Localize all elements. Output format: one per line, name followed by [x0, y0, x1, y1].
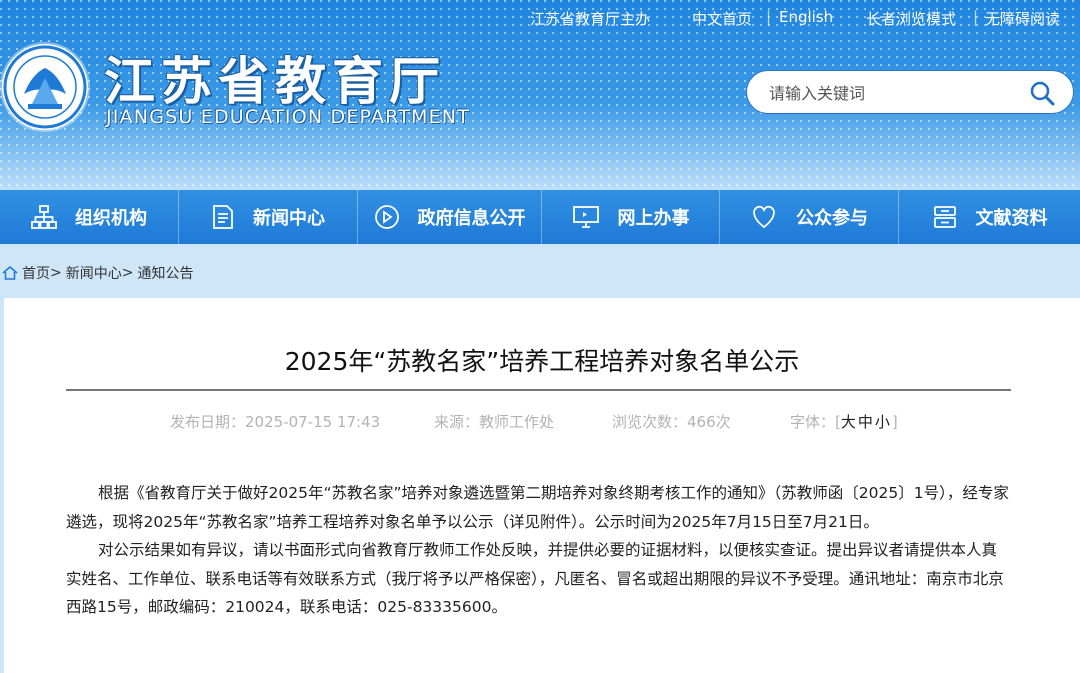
view-count: 浏览次数：466次 [612, 411, 731, 432]
nav-item-public-participation[interactable]: 公众参与 [720, 190, 899, 244]
article-paragraph: 对公示结果如有异议，请以书面形式向省教育厅教师工作处反映，并提供必要的证据材料，… [66, 541, 1004, 616]
source: 来源：教师工作处 [434, 411, 554, 432]
breadcrumb-separator: > [50, 265, 62, 281]
play-circle-icon [374, 205, 399, 229]
main-nav: 组织机构 新闻中心 政府信息公开 网上办事 公众参与 文献资料 [0, 190, 1080, 244]
elder-mode-link[interactable]: 长者浏览模式 [866, 8, 956, 29]
nav-label: 组织机构 [75, 208, 147, 229]
home-icon [2, 266, 18, 280]
monitor-icon [572, 206, 599, 228]
nav-label: 网上办事 [617, 208, 690, 229]
nav-item-news[interactable]: 新闻中心 [179, 190, 358, 244]
nav-item-documents[interactable]: 文献资料 [899, 190, 1080, 244]
font-small-button[interactable]: 小 [875, 413, 892, 431]
nav-item-online-service[interactable]: 网上办事 [542, 190, 720, 244]
breadcrumb-news[interactable]: 新闻中心 [66, 263, 122, 283]
publish-label: 发布日期： [170, 413, 246, 431]
nav-label: 公众参与 [796, 208, 868, 229]
accessibility-link[interactable]: 无障碍阅读 [985, 8, 1060, 29]
source-label: 来源： [434, 413, 480, 431]
nav-label: 文献资料 [975, 208, 1048, 229]
site-header: 江苏省教育厅主办 中文首页 | English 长者浏览模式 | 无障碍阅读 江… [0, 0, 1080, 190]
link-divider: | [766, 8, 772, 26]
article-paragraph: 根据《省教育厅关于做好2025年“苏教名家”培养对象遴选暨第二期培养对象终期考核… [66, 484, 1009, 531]
site-title-en: JIANGSU EDUCATION DEPARTMENT [106, 106, 471, 128]
link-divider: | [973, 8, 979, 26]
font-label: 字体：[ [790, 413, 841, 431]
host-text: 江苏省教育厅主办 [530, 10, 651, 28]
breadcrumb-separator: > [121, 265, 134, 281]
home-cn-link[interactable]: 中文首页 [692, 8, 752, 29]
article-panel: 2025年“苏教名家”培养工程培养对象名单公示 发布日期：2025-07-15 … [4, 298, 1080, 673]
article-body: 根据《省教育厅关于做好2025年“苏教名家”培养对象遴选暨第二期培养对象终期考核… [66, 479, 1011, 622]
views-value: 466次 [687, 413, 731, 431]
nav-label: 新闻中心 [253, 208, 325, 229]
font-large-button[interactable]: 大 [841, 413, 858, 431]
search-box [746, 70, 1074, 114]
archive-icon [933, 206, 956, 228]
font-medium-button[interactable]: 中 [858, 413, 875, 431]
english-link[interactable]: English [779, 8, 833, 26]
search-icon[interactable] [1029, 80, 1055, 106]
source-value: 教师工作处 [479, 413, 555, 431]
article-title: 2025年“苏教名家”培养工程培养对象名单公示 [284, 347, 800, 376]
views-label: 浏览次数： [612, 413, 688, 431]
publish-value: 2025-07-15 17:43 [245, 413, 381, 431]
site-title-cn: 江苏省教育厅 [104, 53, 447, 112]
breadcrumb-current[interactable]: 通知公告 [137, 263, 193, 283]
org-chart-icon [31, 205, 57, 229]
font-close-bracket: ] [891, 413, 898, 431]
search-input[interactable] [767, 80, 1021, 106]
font-size-switcher: 字体：[大中小] [790, 411, 898, 432]
top-links-bar: 江苏省教育厅主办 中文首页 | English 长者浏览模式 | 无障碍阅读 [0, 8, 1080, 28]
nav-label: 政府信息公开 [417, 208, 526, 229]
article-meta: 发布日期：2025-07-15 17:43 来源：教师工作处 浏览次数：466次… [4, 411, 1080, 433]
breadcrumb: 首页 > 新闻中心 > 通知公告 [0, 244, 1080, 298]
document-icon [213, 205, 233, 229]
nav-item-organization[interactable]: 组织机构 [0, 190, 179, 244]
title-divider [66, 389, 1011, 391]
emblem-icon [3, 45, 87, 129]
breadcrumb-home[interactable]: 首页 [22, 263, 50, 283]
heart-icon [753, 205, 775, 229]
nav-item-gov-info[interactable]: 政府信息公开 [358, 190, 542, 244]
publish-date: 发布日期：2025-07-15 17:43 [170, 411, 380, 432]
department-logo[interactable] [2, 44, 88, 130]
